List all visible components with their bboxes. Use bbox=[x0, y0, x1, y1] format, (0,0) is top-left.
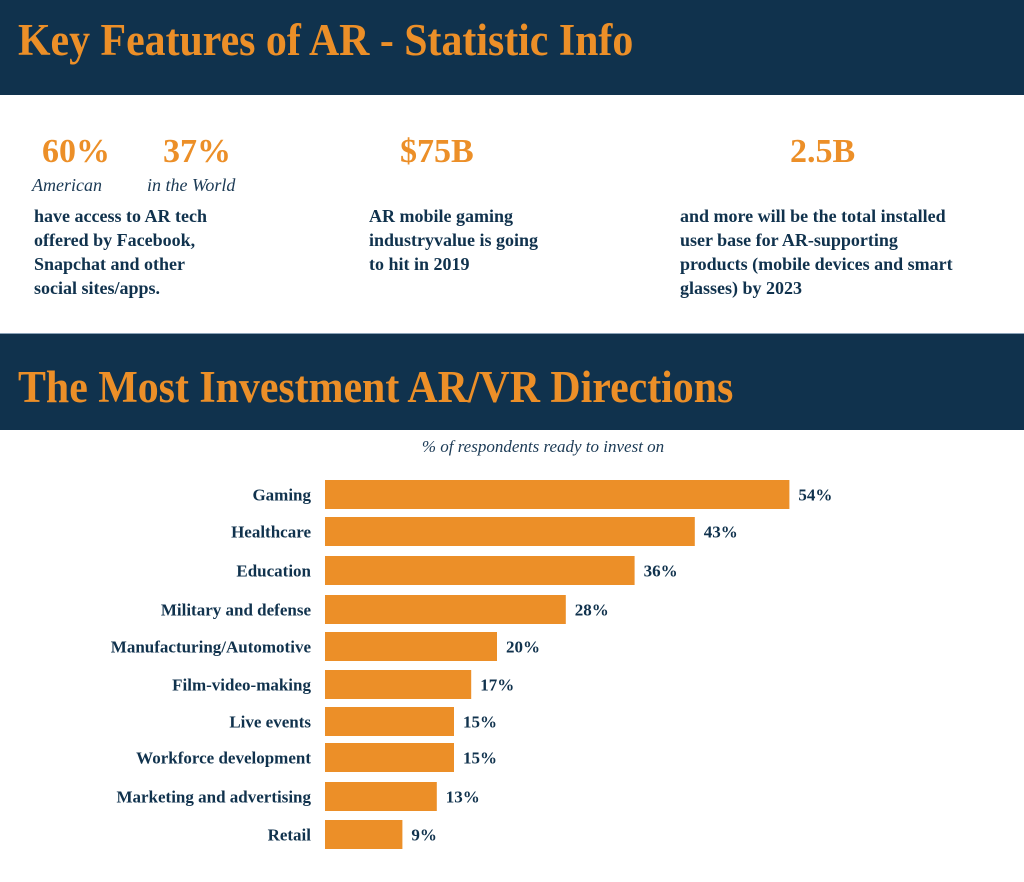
header-banner: Key Features of AR - Statistic Info bbox=[0, 0, 1024, 95]
value-label: 15% bbox=[463, 713, 497, 732]
stat-world-value: 37% bbox=[163, 133, 231, 170]
bar bbox=[325, 480, 790, 509]
stat-american-value: 60% bbox=[42, 133, 110, 170]
category-label: Manufacturing/Automotive bbox=[111, 638, 312, 657]
category-label: Retail bbox=[268, 826, 312, 845]
category-label: Film-video-making bbox=[172, 676, 311, 695]
category-label: Live events bbox=[229, 713, 311, 732]
stat-world-label: in the World bbox=[147, 175, 236, 195]
value-label: 17% bbox=[480, 676, 514, 695]
category-label: Education bbox=[236, 562, 311, 581]
value-label: 20% bbox=[506, 638, 540, 657]
value-label: 9% bbox=[411, 826, 437, 845]
stat-gaming-value: $75B bbox=[400, 133, 474, 170]
bar bbox=[325, 707, 454, 736]
section-banner: The Most Investment AR/VR Directions bbox=[0, 333, 1024, 430]
stat-userbase-value: 2.5B bbox=[790, 133, 856, 170]
bar bbox=[325, 743, 454, 772]
value-label: 43% bbox=[704, 523, 738, 542]
category-label: Military and defense bbox=[161, 601, 312, 620]
bar bbox=[325, 782, 437, 811]
stat-american-label: American bbox=[32, 175, 102, 195]
category-label: Workforce development bbox=[136, 749, 311, 768]
category-label: Gaming bbox=[252, 486, 311, 505]
category-label: Marketing and advertising bbox=[116, 788, 311, 807]
stat-userbase-description: and more will be the total installed use… bbox=[680, 206, 953, 298]
bar bbox=[325, 632, 497, 661]
bar bbox=[325, 517, 695, 546]
value-label: 13% bbox=[446, 788, 480, 807]
value-label: 28% bbox=[575, 601, 609, 620]
bar bbox=[325, 670, 472, 699]
chart-subtitle: % of respondents ready to invest on bbox=[421, 437, 665, 456]
section-title: The Most Investment AR/VR Directions bbox=[18, 362, 734, 412]
bar bbox=[325, 820, 403, 849]
value-label: 15% bbox=[463, 749, 497, 768]
stat-access-description: have access to AR tech offered by Facebo… bbox=[34, 206, 207, 298]
value-label: 36% bbox=[644, 562, 678, 581]
bar bbox=[325, 595, 566, 624]
category-label: Healthcare bbox=[231, 523, 311, 542]
bar bbox=[325, 556, 635, 585]
stat-gaming-description: AR mobile gaming industryvalue is going … bbox=[369, 206, 539, 274]
page-title: Key Features of AR - Statistic Info bbox=[18, 15, 634, 65]
value-label: 54% bbox=[798, 486, 832, 505]
investment-bar-chart: Gaming 54% Healthcare 43% Education 36% Milita… bbox=[111, 480, 832, 849]
